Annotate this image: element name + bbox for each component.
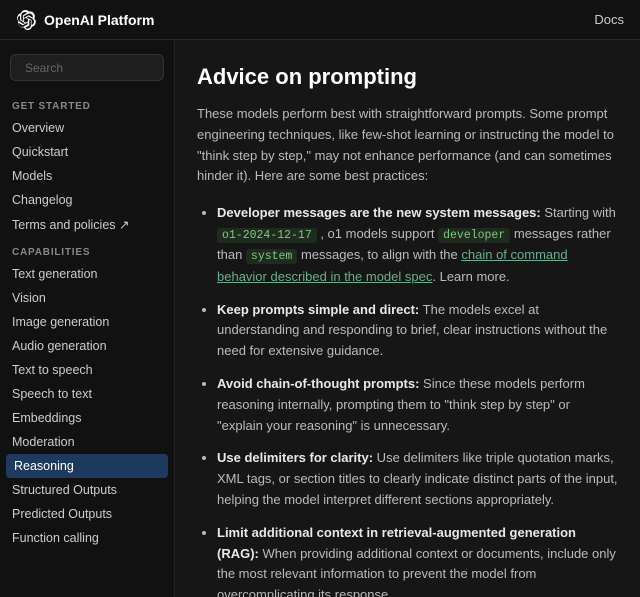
sidebar-item-vision[interactable]: Vision (0, 286, 174, 310)
list-item: Developer messages are the new system me… (217, 203, 618, 287)
search-box[interactable]: ⌘ K (10, 54, 164, 81)
docs-link[interactable]: Docs (594, 12, 624, 27)
list-item: Limit additional context in retrieval-au… (217, 523, 618, 597)
page-title: Advice on prompting (197, 64, 618, 90)
capabilities-section: CAPABILITIES (0, 237, 174, 262)
sidebar-item-text-to-speech[interactable]: Text to speech (0, 358, 174, 382)
sidebar-item-image-generation[interactable]: Image generation (0, 310, 174, 334)
list-item: Keep prompts simple and direct: The mode… (217, 300, 618, 362)
bullet-bold: Avoid chain-of-thought prompts: (217, 376, 419, 391)
topbar: OpenAI Platform Docs (0, 0, 640, 40)
sidebar-item-quickstart[interactable]: Quickstart (0, 140, 174, 164)
bullet-list: Developer messages are the new system me… (197, 203, 618, 597)
list-item: Use delimiters for clarity: Use delimite… (217, 448, 618, 510)
get-started-section: GET STARTED (0, 91, 174, 116)
bullet-bold: Keep prompts simple and direct: (217, 302, 419, 317)
sidebar-item-models[interactable]: Models (0, 164, 174, 188)
sidebar-item-changelog[interactable]: Changelog (0, 188, 174, 212)
sidebar: ⌘ K GET STARTED Overview Quickstart Mode… (0, 40, 175, 597)
sidebar-item-structured-outputs[interactable]: Structured Outputs (0, 478, 174, 502)
sidebar-item-audio-generation[interactable]: Audio generation (0, 334, 174, 358)
sidebar-item-overview[interactable]: Overview (0, 116, 174, 140)
sidebar-item-moderation[interactable]: Moderation (0, 430, 174, 454)
sidebar-item-function-calling[interactable]: Function calling (0, 526, 174, 550)
sidebar-item-reasoning[interactable]: Reasoning (6, 454, 168, 478)
inline-code: developer (438, 228, 510, 243)
sidebar-item-embeddings[interactable]: Embeddings (0, 406, 174, 430)
sidebar-item-terms[interactable]: Terms and policies ↗ (0, 212, 174, 237)
list-item: Avoid chain-of-thought prompts: Since th… (217, 374, 618, 436)
bullet-bold: Use delimiters for clarity: (217, 450, 373, 465)
inline-code: o1-2024-12-17 (217, 228, 317, 243)
bullet-bold: Limit additional context in retrieval-au… (217, 525, 576, 561)
search-input[interactable] (25, 61, 175, 75)
logo: OpenAI Platform (16, 10, 154, 30)
intro-text: These models perform best with straightf… (197, 104, 618, 187)
sidebar-item-speech-to-text[interactable]: Speech to text (0, 382, 174, 406)
inline-code: system (246, 249, 297, 264)
sidebar-item-predicted-outputs[interactable]: Predicted Outputs (0, 502, 174, 526)
main-content: Advice on prompting These models perform… (175, 40, 640, 597)
logo-text: OpenAI Platform (44, 12, 154, 28)
bullet-bold: Developer messages are the new system me… (217, 205, 541, 220)
sidebar-item-text-generation[interactable]: Text generation (0, 262, 174, 286)
